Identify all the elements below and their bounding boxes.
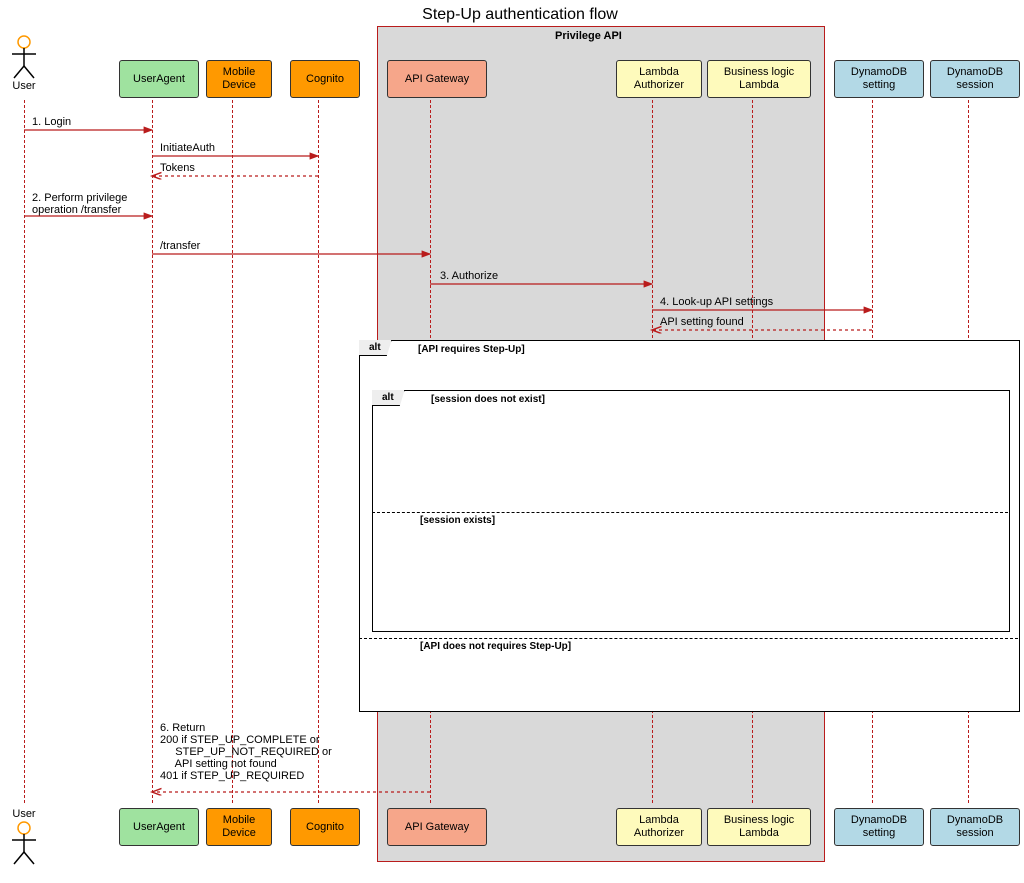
msg-return-6d: 6. Return 200 if STEP_UP_COMPLETE or STE…	[160, 722, 332, 782]
participant-dynamodb-session: DynamoDB session	[930, 60, 1020, 98]
alt-outer-tab: alt	[359, 340, 392, 356]
participant-mobile-device: Mobile Device	[206, 808, 272, 846]
participant-useragent: UserAgent	[119, 808, 199, 846]
participant-cognito: Cognito	[290, 808, 360, 846]
msg-api-found: API setting found	[660, 316, 744, 328]
alt-inner-tab: alt	[372, 390, 405, 406]
msg-authorize: 3. Authorize	[440, 270, 498, 282]
msg-tokens: Tokens	[160, 162, 195, 174]
participant-lambda-authorizer: Lambda Authorizer	[616, 808, 702, 846]
diagram-title: Step-Up authentication flow	[370, 6, 670, 24]
participant-cognito: Cognito	[290, 60, 360, 98]
participant-lambda-authorizer: Lambda Authorizer	[616, 60, 702, 98]
alt-inner-cond: [session does not exist]	[431, 394, 545, 405]
alt-outer-cond: [API requires Step-Up]	[418, 344, 525, 355]
alt-outer-else: [API does not requires Step-Up]	[420, 641, 571, 652]
sequence-diagram: Step-Up authentication flow Privilege AP…	[0, 0, 1024, 883]
alt-outer-divider	[359, 638, 1018, 639]
participant-business-logic-lambda: Business logic Lambda	[707, 60, 811, 98]
participant-dynamodb-setting: DynamoDB setting	[834, 808, 924, 846]
participant-dynamodb-session: DynamoDB session	[930, 808, 1020, 846]
alt-inner	[372, 390, 1010, 632]
lifeline-useragent	[152, 100, 153, 803]
user-icon	[8, 820, 40, 866]
alt-inner-else: [session exists]	[420, 515, 495, 526]
privilege-api-label: Privilege API	[555, 30, 622, 42]
participant-api-gateway: API Gateway	[387, 60, 487, 98]
msg-lookup: 4. Look-up API settings	[660, 296, 773, 308]
msg-transfer: /transfer	[160, 240, 200, 252]
user-label-top: User	[8, 80, 40, 92]
lifeline-cognito	[318, 100, 319, 803]
actor-user-top: User	[8, 34, 40, 92]
participant-mobile-device: Mobile Device	[206, 60, 272, 98]
msg-perform-privilege: 2. Perform privilege operation /transfer	[32, 192, 127, 216]
user-icon	[8, 34, 40, 80]
alt-inner-divider	[372, 512, 1008, 513]
lifeline-user	[24, 100, 25, 803]
msg-login: 1. Login	[32, 116, 71, 128]
participant-dynamodb-setting: DynamoDB setting	[834, 60, 924, 98]
participant-useragent: UserAgent	[119, 60, 199, 98]
participant-business-logic-lambda: Business logic Lambda	[707, 808, 811, 846]
actor-user-bottom: User	[8, 808, 40, 866]
lifeline-mobile	[232, 100, 233, 803]
msg-initiateauth: InitiateAuth	[160, 142, 215, 154]
participant-api-gateway: API Gateway	[387, 808, 487, 846]
user-label-bottom: User	[8, 808, 40, 820]
